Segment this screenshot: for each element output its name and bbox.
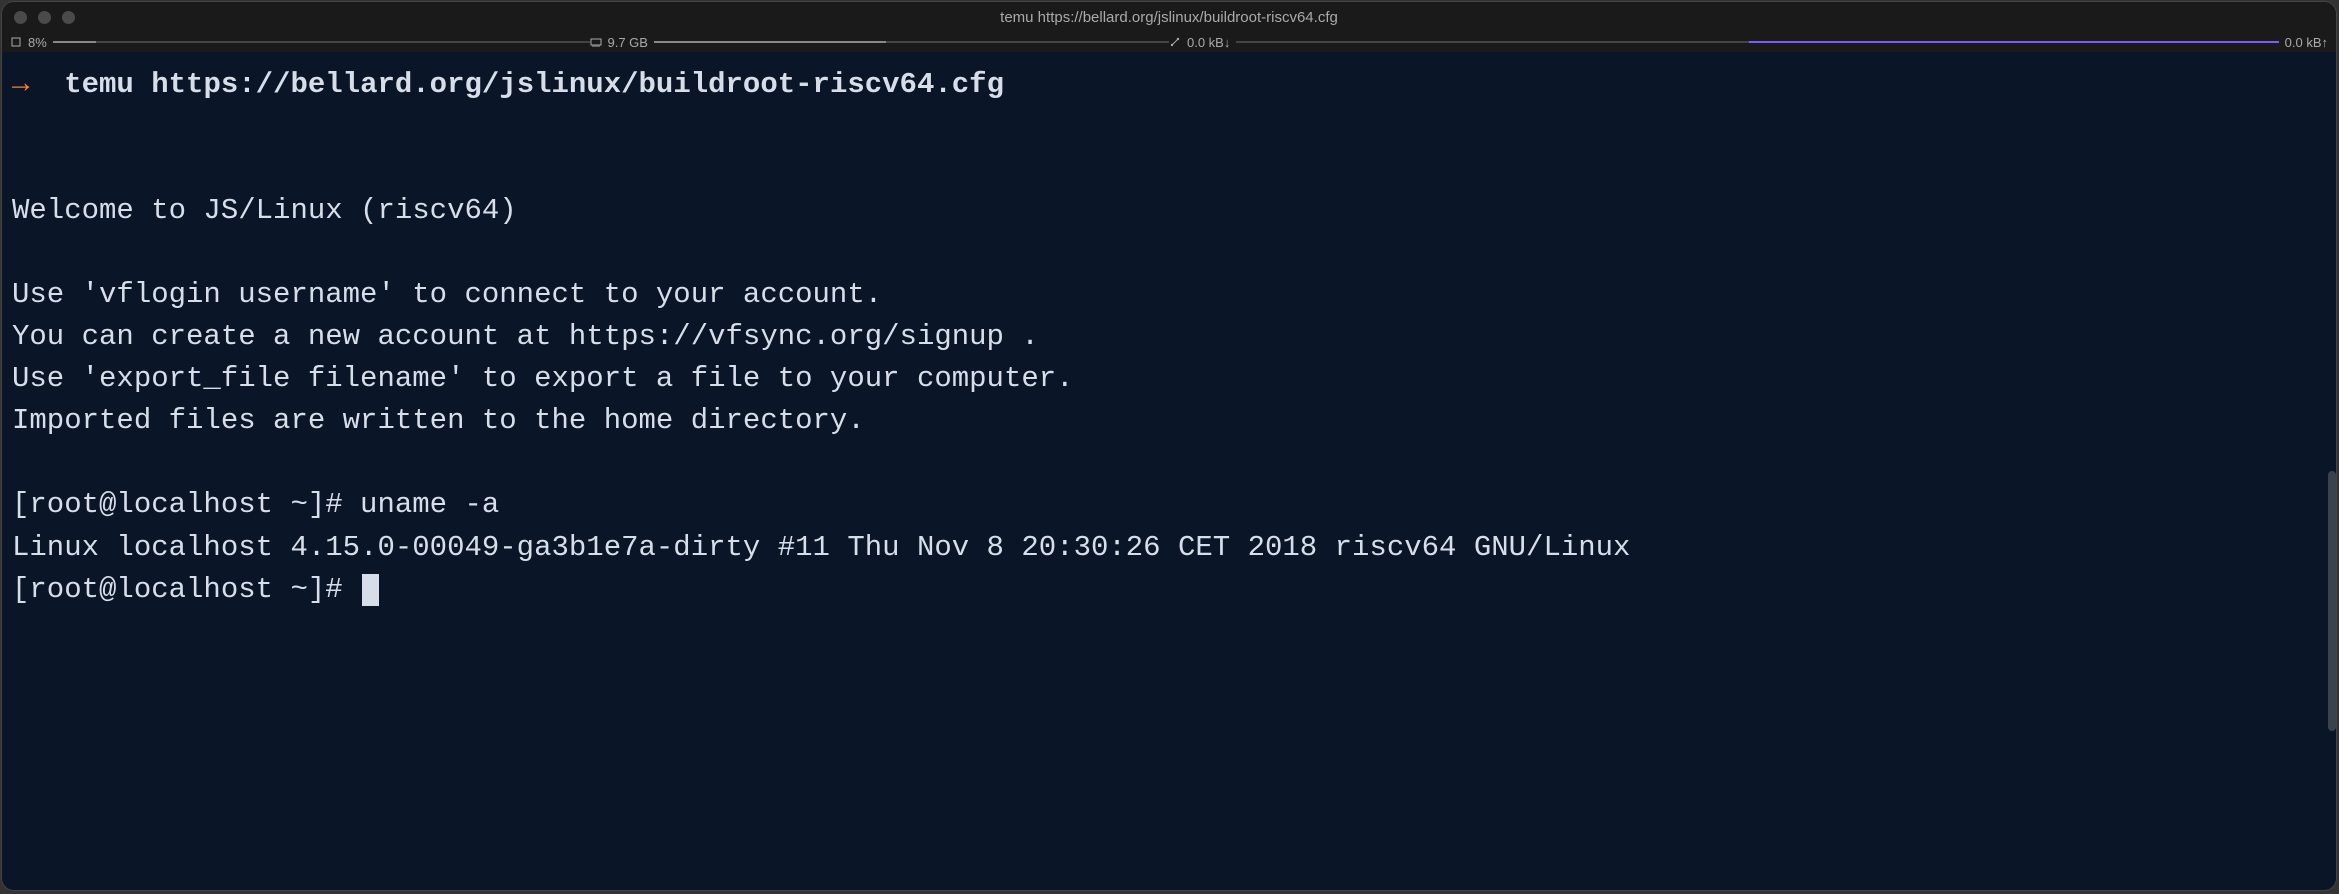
statusbar: 8% 9.7 GB 0.0 kB↓ <box>2 32 2336 52</box>
prompt-arrow-icon: → <box>12 68 29 101</box>
net-down-stat: 0.0 kB↓ <box>1169 35 1749 50</box>
terminal-line: Imported files are written to the home d… <box>12 404 865 437</box>
traffic-lights <box>14 11 75 24</box>
cpu-label: 8% <box>28 35 47 50</box>
terminal-line: Use 'vflogin username' to connect to you… <box>12 278 882 311</box>
terminal-body[interactable]: → temu https://bellard.org/jslinux/build… <box>2 52 2336 890</box>
net-down-bar <box>1236 41 1748 43</box>
net-down-label: 0.0 kB↓ <box>1187 35 1230 50</box>
minimize-button[interactable] <box>38 11 51 24</box>
terminal-window: temu https://bellard.org/jslinux/buildro… <box>2 2 2336 890</box>
terminal-line: Welcome to JS/Linux (riscv64) <box>12 194 517 227</box>
titlebar[interactable]: temu https://bellard.org/jslinux/buildro… <box>2 2 2336 32</box>
net-up-bar <box>1749 41 2279 43</box>
net-up-bar-fill <box>1749 41 2279 43</box>
cursor <box>362 574 379 606</box>
close-button[interactable] <box>14 11 27 24</box>
terminal-prompt: [root@localhost ~]# <box>12 573 360 606</box>
net-up-label: 0.0 kB↑ <box>2285 35 2328 50</box>
terminal-line: Linux localhost 4.15.0-00049-ga3b1e7a-di… <box>12 531 1630 564</box>
memory-bar-fill <box>654 41 886 43</box>
cpu-icon <box>10 36 22 48</box>
scrollbar[interactable] <box>2328 471 2336 731</box>
terminal-line: [root@localhost ~]# uname -a <box>12 488 499 521</box>
cpu-bar <box>53 41 590 43</box>
net-up-stat: 0.0 kB↑ <box>1749 35 2329 50</box>
window-title: temu https://bellard.org/jslinux/buildro… <box>1000 9 1338 26</box>
cpu-bar-fill <box>53 41 96 43</box>
terminal-line: Use 'export_file filename' to export a f… <box>12 362 1074 395</box>
memory-label: 9.7 GB <box>608 35 648 50</box>
memory-icon <box>590 36 602 48</box>
command-text: temu https://bellard.org/jslinux/buildro… <box>64 68 1004 101</box>
network-icon <box>1169 36 1181 48</box>
zoom-button[interactable] <box>62 11 75 24</box>
cpu-stat: 8% <box>10 35 590 50</box>
terminal-line: You can create a new account at https://… <box>12 320 1039 353</box>
memory-bar <box>654 41 1169 43</box>
memory-stat: 9.7 GB <box>590 35 1170 50</box>
